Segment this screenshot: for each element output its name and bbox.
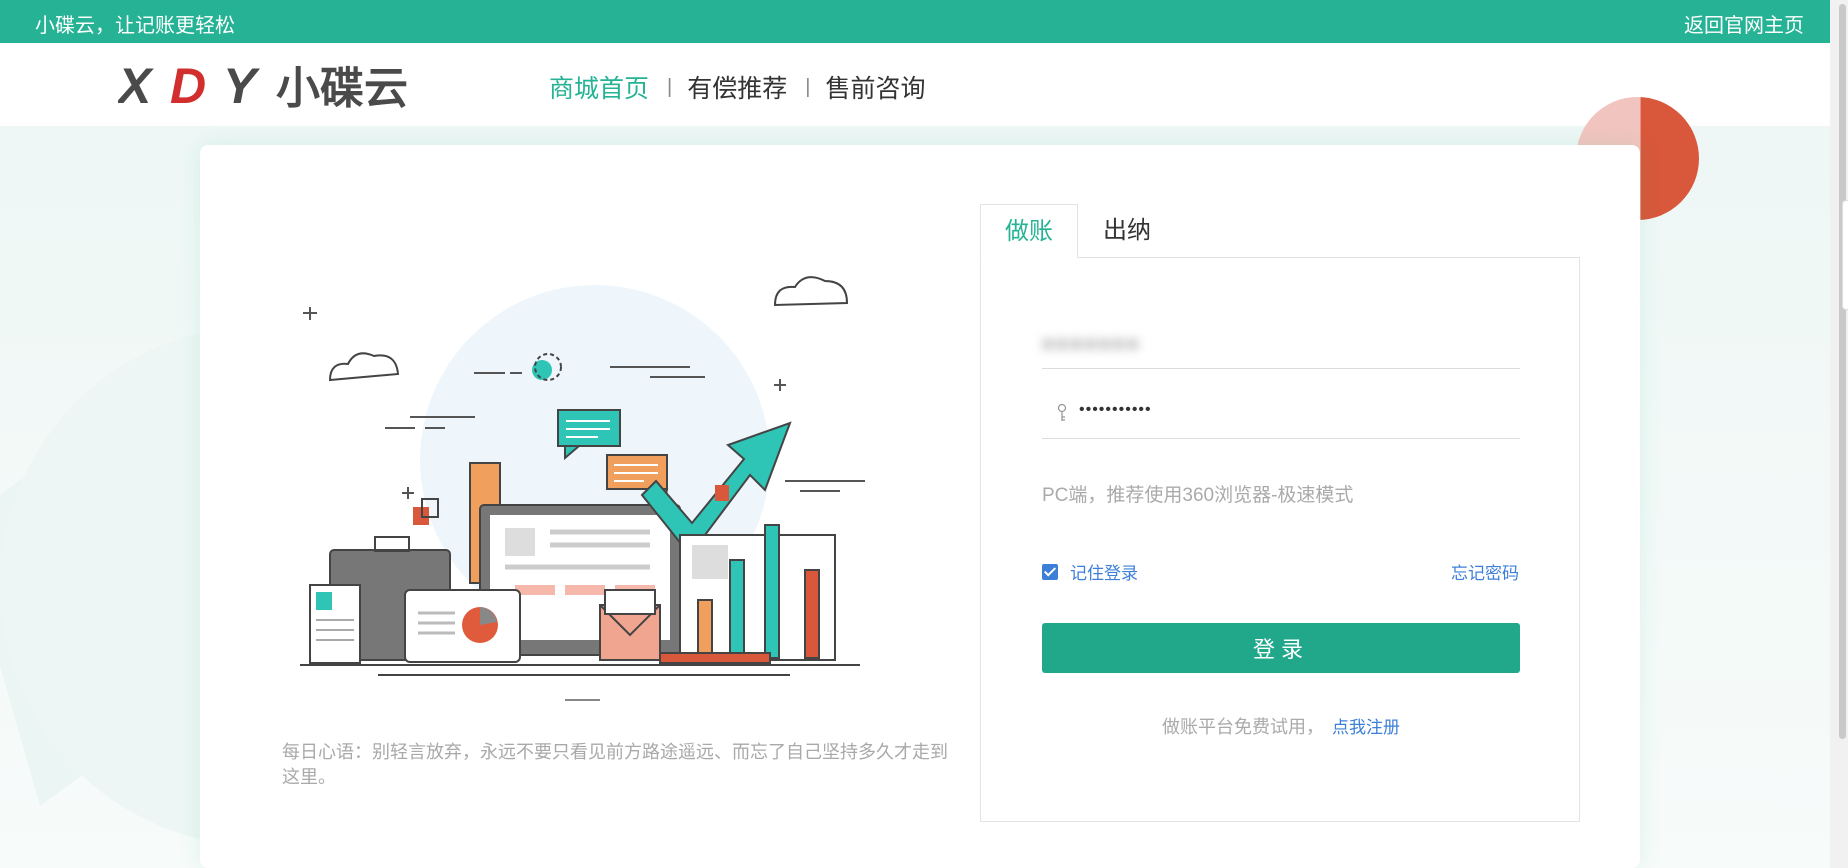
login-box: 做账 出纳 ■■■■■■■ ••••••••••• PC端，推荐使用360浏览器…: [980, 204, 1580, 824]
tab-cashier[interactable]: 出纳: [1078, 204, 1176, 258]
top-bar: 小碟云，让记账更轻松 返回官网主页: [0, 0, 1848, 43]
svg-text:X: X: [118, 59, 154, 113]
back-to-homepage-link[interactable]: 返回官网主页: [1684, 9, 1804, 38]
register-link[interactable]: 点我注册: [1332, 718, 1400, 737]
nav-paid-referral[interactable]: 有偿推荐: [687, 69, 787, 105]
tab-bookkeeping[interactable]: 做账: [980, 204, 1078, 258]
login-panel: ■■■■■■■ ••••••••••• PC端，推荐使用360浏览器-极速模式 …: [980, 257, 1580, 822]
login-tabs: 做账 出纳: [980, 204, 1176, 258]
remember-login-label: 记住登录: [1070, 564, 1138, 583]
remember-login-checkbox[interactable]: 记住登录: [1042, 559, 1138, 584]
daily-quote: 每日心语：别轻言放弃，永远不要只看见前方路途遥远、而忘了自己坚持多久才走到这里。: [282, 742, 948, 787]
page-scrollbar[interactable]: [1830, 0, 1848, 868]
nav-presales-consult[interactable]: 售前咨询: [825, 69, 925, 105]
login-button[interactable]: 登录: [1042, 623, 1520, 673]
side-panel-handle[interactable]: [1842, 200, 1848, 310]
key-icon: [1057, 403, 1067, 421]
forgot-password-link[interactable]: 忘记密码: [1451, 559, 1519, 584]
browser-hint: PC端，推荐使用360浏览器-极速模式: [1042, 485, 1354, 506]
login-card: 每日心语：别轻言放弃，永远不要只看见前方路途遥远、而忘了自己坚持多久才走到这里。…: [200, 145, 1640, 868]
nav-mall-home[interactable]: 商城首页: [549, 69, 649, 105]
svg-text:Y: Y: [223, 59, 261, 113]
nav-separator: |: [667, 75, 673, 98]
logo-cn-text: 小碟云: [276, 63, 408, 113]
username-field[interactable]: ■■■■■■■: [1042, 313, 1520, 369]
nav-separator: |: [805, 75, 811, 98]
svg-text:D: D: [170, 59, 206, 113]
site-slogan: 小碟云，让记账更轻松: [35, 15, 235, 37]
main-nav: 商城首页 | 有偿推荐 | 售前咨询: [549, 69, 925, 105]
checkbox-checked-icon[interactable]: [1042, 563, 1058, 580]
xdy-logo[interactable]: X D Y 小碟云: [118, 59, 428, 113]
register-prompt: 做账平台免费试用，: [1162, 717, 1324, 737]
scrollbar-thumb[interactable]: [1839, 4, 1846, 739]
register-row: 做账平台免费试用， 点我注册: [981, 713, 1581, 739]
username-value-redacted: ■■■■■■■: [1042, 333, 1141, 355]
password-field[interactable]: •••••••••••: [1042, 393, 1520, 439]
finance-illustration: [300, 276, 865, 701]
site-header: X D Y 小碟云 商城首页 | 有偿推荐 | 售前咨询: [0, 43, 1848, 126]
password-value: •••••••••••: [1079, 401, 1152, 418]
